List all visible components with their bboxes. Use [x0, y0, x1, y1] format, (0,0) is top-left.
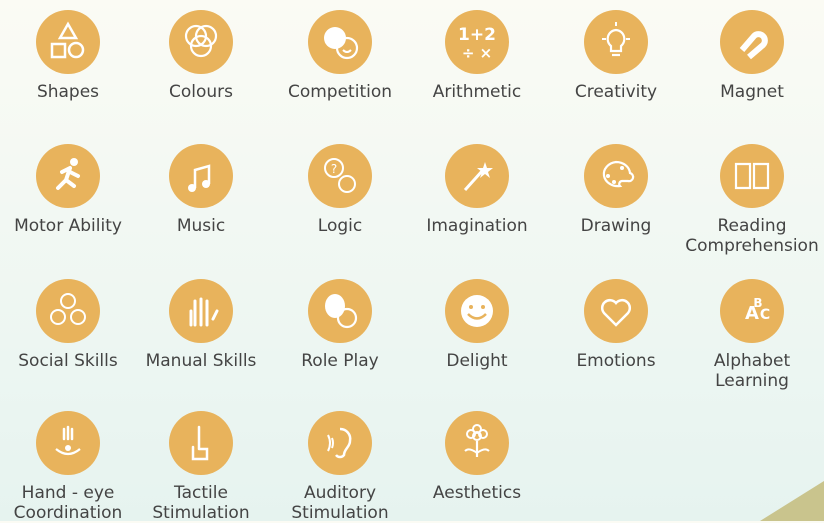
skill-label: Reading Comprehension [685, 216, 819, 256]
skill-icon-circle [169, 144, 233, 208]
skill-item[interactable]: Creativity [548, 10, 684, 102]
social-faces-icon [50, 293, 86, 325]
masks-icon [325, 294, 358, 329]
hand-eye-icon [55, 425, 81, 456]
skill-label: Magnet [720, 82, 784, 102]
skill-label: Imagination [426, 216, 528, 236]
skill-icon-circle [308, 279, 372, 343]
ear-icon [327, 427, 352, 459]
skill-item[interactable]: Competition [272, 10, 408, 102]
svg-text:÷ ×: ÷ × [462, 44, 492, 62]
skill-label: Logic [317, 216, 363, 236]
svg-text:?: ? [331, 162, 337, 176]
skill-label: Aesthetics [432, 483, 522, 503]
skill-label: Arithmetic [432, 82, 522, 102]
skill-icon-circle [36, 411, 100, 475]
skill-item[interactable]: Magnet [684, 10, 820, 102]
magic-wand-icon [463, 162, 493, 192]
pointing-finger-icon [191, 425, 209, 461]
skill-label: Alphabet Learning [713, 351, 791, 391]
skill-item[interactable]: ? Logic [272, 144, 408, 236]
skill-label: Auditory Stimulation [291, 483, 389, 523]
skill-item[interactable]: Auditory Stimulation [272, 411, 408, 523]
abc-icon: A B C [745, 296, 770, 324]
skill-icon-circle [445, 279, 509, 343]
skill-item[interactable]: Shapes [0, 10, 136, 102]
skill-label: Social Skills [18, 351, 118, 371]
logic-icon: ? [324, 158, 356, 193]
skill-icon-circle: A B C [720, 279, 784, 343]
skill-label: Music [176, 216, 226, 236]
skill-item[interactable]: Role Play [272, 279, 408, 371]
skill-item[interactable]: A B C Alphabet Learning [684, 279, 820, 391]
skill-icon-circle [445, 411, 509, 475]
skill-item[interactable]: Emotions [548, 279, 684, 371]
music-note-icon [188, 164, 211, 192]
skill-icon-circle [169, 279, 233, 343]
palette-icon [602, 160, 635, 188]
skill-label: Manual Skills [145, 351, 257, 371]
svg-text:C: C [760, 307, 770, 323]
skill-icon-circle [36, 279, 100, 343]
skill-icon-circle [584, 279, 648, 343]
skill-label: Drawing [580, 216, 652, 236]
skill-item[interactable]: Reading Comprehension [684, 144, 820, 256]
skill-label: Hand - eye Coordination [13, 483, 123, 523]
skill-item[interactable]: Delight [409, 279, 545, 371]
shapes-icon [50, 21, 85, 59]
skill-icon-circle [720, 144, 784, 208]
skill-icon-circle [584, 10, 648, 74]
skill-label: Delight [446, 351, 508, 371]
skill-label: Role Play [301, 351, 379, 371]
skill-item[interactable]: Tactile Stimulation [133, 411, 269, 523]
magnet-icon [739, 31, 768, 60]
skill-icon-circle [169, 10, 233, 74]
skill-item[interactable]: Colours [133, 10, 269, 102]
flower-icon [464, 424, 490, 457]
book-icon [734, 162, 770, 190]
skill-icon-circle [584, 144, 648, 208]
skill-item[interactable]: Hand - eye Coordination [0, 411, 136, 523]
svg-text:1+2: 1+2 [458, 25, 496, 45]
skill-icon-circle [36, 144, 100, 208]
running-person-icon [56, 158, 80, 190]
skill-label: Emotions [576, 351, 656, 371]
heart-icon [600, 298, 632, 327]
skill-label: Shapes [36, 82, 100, 102]
skill-item[interactable]: Imagination [409, 144, 545, 236]
skill-item[interactable]: Music [133, 144, 269, 236]
competition-icon [324, 27, 359, 60]
skill-icon-circle: ? [308, 144, 372, 208]
skills-grid: Shapes Colours Competition 1+2 ÷ × Arithme… [0, 0, 824, 523]
skill-icon-circle: 1+2 ÷ × [445, 10, 509, 74]
skill-item[interactable]: Aesthetics [409, 411, 545, 503]
skill-label: Colours [168, 82, 233, 102]
skill-icon-circle [308, 10, 372, 74]
skill-icon-circle [308, 411, 372, 475]
colours-icon [184, 24, 218, 58]
skill-label: Motor Ability [14, 216, 122, 236]
hand-icon [189, 297, 219, 327]
skill-icon-circle [720, 10, 784, 74]
skill-icon-circle [169, 411, 233, 475]
skill-item[interactable]: 1+2 ÷ × Arithmetic [409, 10, 545, 102]
skill-item[interactable]: Drawing [548, 144, 684, 236]
skill-item[interactable]: Motor Ability [0, 144, 136, 236]
skill-label: Creativity [574, 82, 658, 102]
arithmetic-icon: 1+2 ÷ × [458, 25, 496, 62]
skill-icon-circle [445, 144, 509, 208]
skill-label: Tactile Stimulation [152, 483, 250, 523]
skill-item[interactable]: Social Skills [0, 279, 136, 371]
smiley-icon [461, 295, 493, 327]
lightbulb-icon [602, 22, 630, 57]
skill-icon-circle [36, 10, 100, 74]
skill-item[interactable]: Manual Skills [133, 279, 269, 371]
skill-label: Competition [287, 82, 393, 102]
